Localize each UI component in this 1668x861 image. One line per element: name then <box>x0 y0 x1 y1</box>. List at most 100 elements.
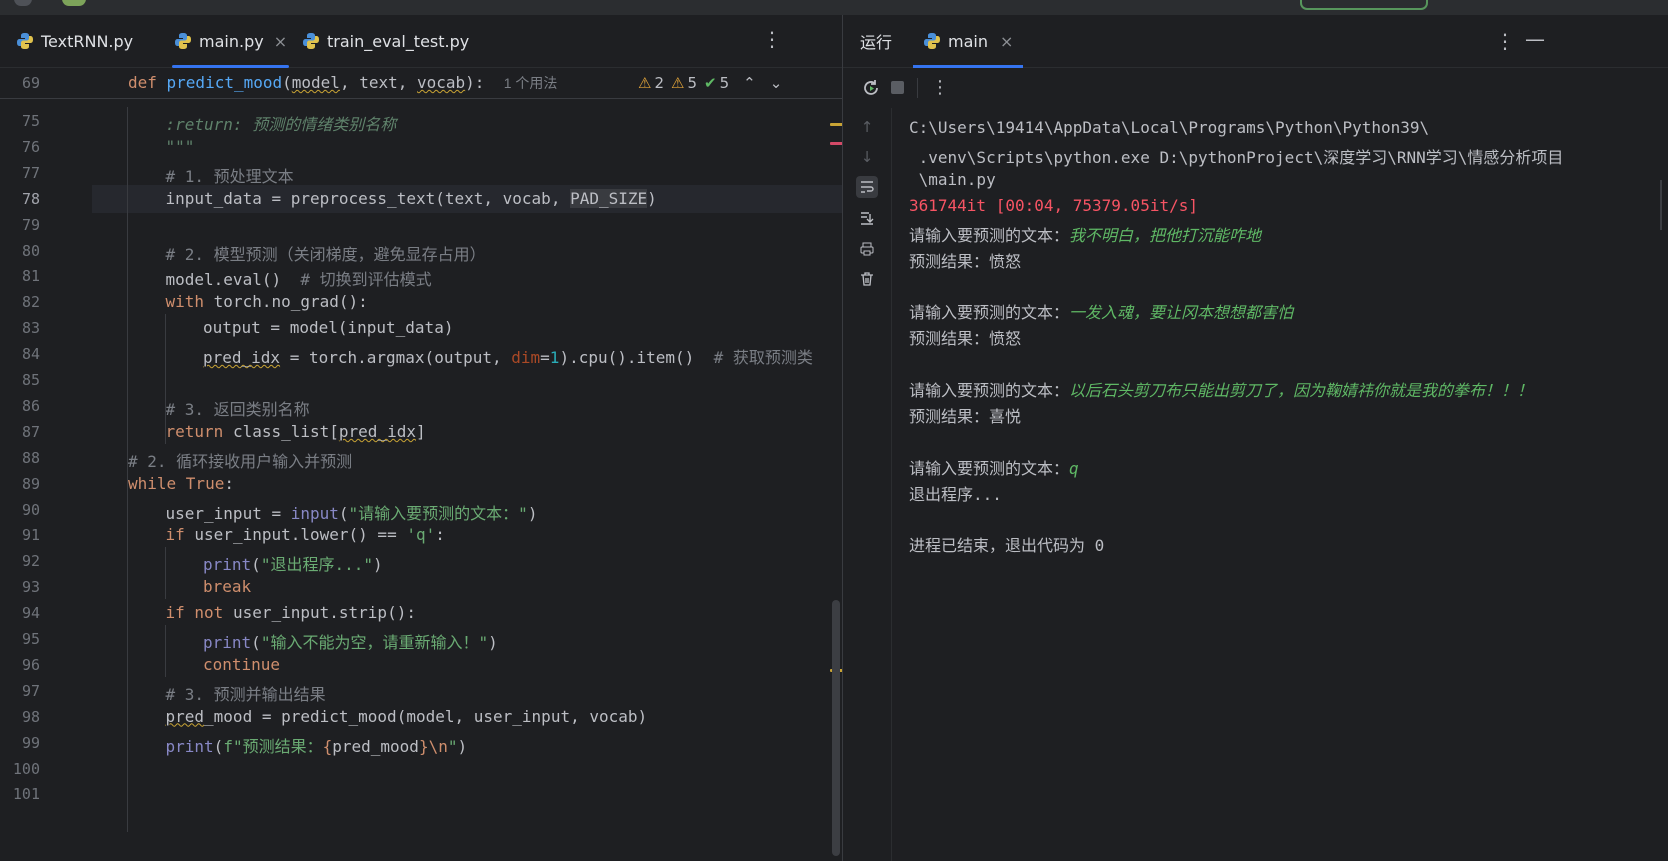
close-icon[interactable]: × <box>1000 32 1013 51</box>
python-file-icon <box>302 32 320 50</box>
code-token: user_input.lower() == <box>194 525 407 545</box>
console-line: 请输入要预测的文本：一发入魂，要让冈本想想都害怕 <box>909 299 1293 323</box>
code-token: { <box>322 736 333 756</box>
code-token: 1 <box>549 348 560 368</box>
code-token: "请输入要预测的文本：" <box>348 503 528 523</box>
code-line: input_data = preprocess_text(text, vocab… <box>166 188 657 208</box>
code-token: pred_idx <box>203 348 281 368</box>
indent-guide <box>165 547 166 600</box>
menu-icon[interactable] <box>14 0 32 6</box>
code-token: # 切换到评估模式 <box>300 270 432 290</box>
user-input-text: q <box>1069 458 1079 478</box>
code-token: : <box>435 525 445 545</box>
console-line: 预测结果：愤怒 <box>909 248 1021 272</box>
arrow-down-icon[interactable]: ↓ <box>856 146 878 168</box>
code-token: # 获取预测类 <box>713 348 813 368</box>
code-token: ( <box>338 503 349 523</box>
print-icon[interactable] <box>856 238 878 260</box>
python-file-icon <box>16 32 34 50</box>
code-token: print <box>165 736 214 756</box>
line-number: 79 <box>21 215 40 234</box>
tab-train-eval-test-py[interactable]: train_eval_test.py <box>302 15 469 67</box>
minimize-icon[interactable]: — <box>1525 27 1545 51</box>
line-number: 93 <box>21 578 40 597</box>
console-line: 361744it [00:04, 75379.05it/s] <box>909 196 1198 215</box>
line-number: 83 <box>21 319 40 338</box>
code-token: """ <box>165 136 195 156</box>
chevron-up-icon[interactable]: ⌃ <box>743 74 756 92</box>
console-text: 请输入要预测的文本： <box>909 458 1070 478</box>
code-token: ] <box>415 421 426 441</box>
code-token: ).cpu().item() <box>559 348 714 368</box>
code-token: vocab <box>417 73 466 92</box>
tab-main-py[interactable]: main.py × <box>171 15 290 68</box>
main-toolbar-strip <box>0 0 1668 15</box>
more-actions-icon[interactable]: ⋮ <box>931 77 949 98</box>
code-line: # 2. 模型预测（关闭梯度，避免显存占用） <box>166 241 486 265</box>
tab-label: main.py <box>199 31 264 51</box>
code-line: :return: 预测的情绪类别名称 <box>166 111 397 135</box>
usages-hint[interactable]: 1 个用法 <box>504 75 558 91</box>
indent-guide <box>165 314 166 366</box>
run-config-tab[interactable]: main × <box>912 15 1024 68</box>
code-token: model.eval() <box>165 270 301 290</box>
code-token: ( <box>251 633 261 652</box>
console-text: .venv\Scripts\python.exe D:\pythonProjec… <box>909 147 1564 167</box>
code-token: # 3. 预测并输出结果 <box>165 684 326 704</box>
console-text: 请输入要预测的文本： <box>909 381 1070 400</box>
line-number: 85 <box>21 371 40 389</box>
arrow-up-icon[interactable]: ↑ <box>856 116 878 138</box>
run-widget[interactable] <box>1300 0 1428 10</box>
close-icon[interactable]: × <box>274 32 287 51</box>
code-token: ): <box>465 73 504 92</box>
code-line: model.eval() # 切换到评估模式 <box>166 266 432 290</box>
console-text: 请输入要预测的文本： <box>909 303 1070 323</box>
tab-textrnn-py[interactable]: TextRNN.py <box>16 15 133 67</box>
console-text: 361744it [00:04, 75379.05it/s] <box>909 195 1198 215</box>
project-badge[interactable] <box>62 0 86 6</box>
indent-guide <box>165 366 166 444</box>
user-input-text: 一发入魂，要让冈本想想都害怕 <box>1069 303 1294 323</box>
more-options-icon[interactable]: ⋮ <box>1495 29 1515 53</box>
inspection-widget[interactable]: ⚠ 2 ⚠ 5 ✔ 5 ⌃ ⌄ <box>638 68 782 98</box>
soft-wrap-icon[interactable] <box>856 176 878 198</box>
code-token: "输入不能为空，请重新输入！" <box>260 633 489 652</box>
code-line: continue <box>203 655 280 674</box>
line-number: 94 <box>21 604 40 623</box>
warning-count: 5 <box>687 74 697 92</box>
run-tool-window: 运行 main × ⋮ — ⋮ ↑ ↓ C:\Users\19414\AppDa… <box>843 15 1668 861</box>
code-token: PAD_SIZE <box>570 188 648 208</box>
more-tabs-icon[interactable]: ⋮ <box>762 29 782 49</box>
line-number: 78 <box>21 189 40 208</box>
code-token: ( <box>213 736 224 756</box>
chevron-down-icon[interactable]: ⌄ <box>770 74 783 92</box>
code-token: 预测的情绪类别名称 <box>242 115 397 134</box>
run-tab-label: main <box>948 31 988 51</box>
console-scroll-marker[interactable] <box>1659 180 1665 230</box>
console-text: 请输入要预测的文本： <box>909 225 1070 245</box>
editor-scrollbar[interactable] <box>832 600 840 856</box>
stop-icon[interactable] <box>891 81 904 94</box>
code-token: output = model(input_data) <box>203 318 454 338</box>
code-token: \n <box>428 736 448 756</box>
sticky-code-line: def predict_mood(model, text, vocab): 1 … <box>128 73 557 93</box>
console-line: 请输入要预测的文本：以后石头剪刀布只能出剪刀了，因为鞠婧祎你就是我的拳布！！！ <box>909 377 1533 401</box>
code-line: user_input = input("请输入要预测的文本：") <box>166 500 538 524</box>
code-line: pred_mood = predict_mood(model, user_inp… <box>166 707 648 726</box>
check-icon: ✔ <box>704 74 717 92</box>
rerun-icon[interactable] <box>861 78 881 102</box>
code-token: class_list[ <box>232 421 339 441</box>
code-line: # 3. 返回类别名称 <box>166 396 310 420</box>
sticky-scope-header[interactable]: 69 def predict_mood(model, text, vocab):… <box>0 68 842 99</box>
toolbar-separator <box>917 78 918 98</box>
trash-icon[interactable] <box>856 268 878 290</box>
code-token: ) <box>527 503 538 523</box>
code-area[interactable]: 75:return: 预测的情绪类别名称 76 """ 77 # 1. 预处理文本 78 i… <box>0 68 842 861</box>
code-token: # 2. 循环接收用户输入并预测 <box>128 451 353 471</box>
line-number: 82 <box>21 293 40 312</box>
code-line: pred_idx = torch.argmax(output, dim=1).c… <box>203 344 813 368</box>
console-line: .venv\Scripts\python.exe D:\pythonProjec… <box>909 144 1564 168</box>
scroll-to-end-icon[interactable] <box>856 207 878 229</box>
code-token: ) <box>488 633 498 652</box>
editor-tab-bar: TextRNN.py main.py × train_eval_test.py … <box>0 15 842 68</box>
